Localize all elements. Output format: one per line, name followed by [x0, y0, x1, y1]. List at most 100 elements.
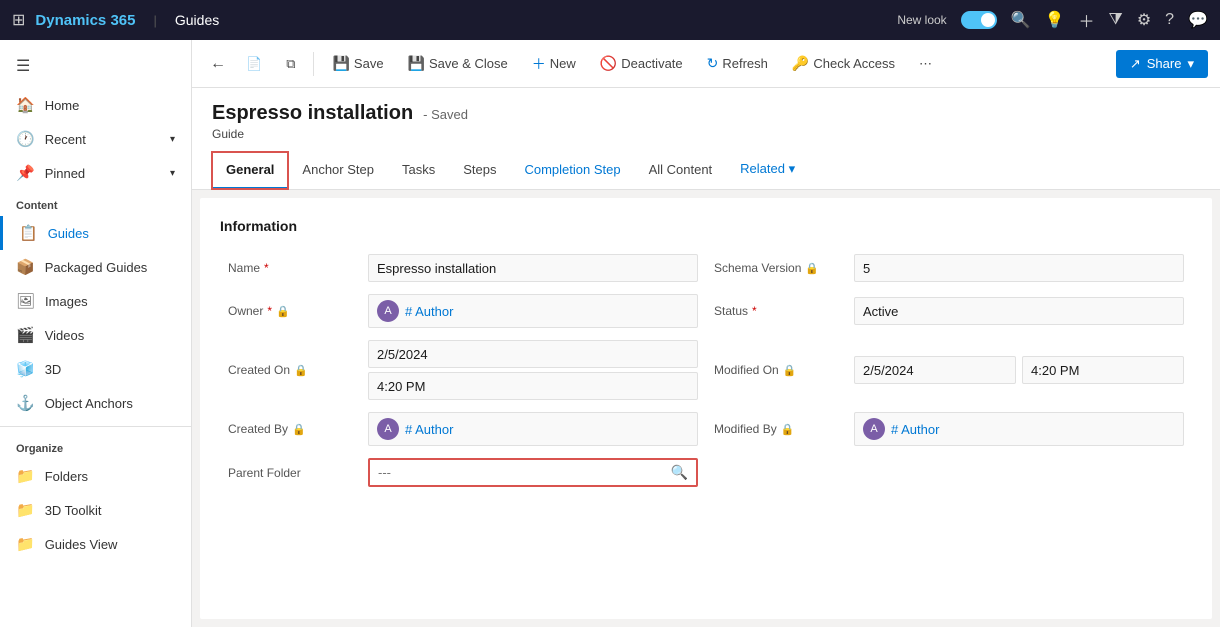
content-area: ← 📄 ⧉ 💾 Save 💾 Save & Close ＋ New	[192, 40, 1220, 627]
chat-icon[interactable]: 💬	[1188, 10, 1208, 30]
owner-link[interactable]: # Author	[405, 304, 453, 319]
sidebar-hamburger[interactable]: ☰	[0, 48, 191, 84]
tab-steps[interactable]: Steps	[449, 152, 510, 189]
lightbulb-icon[interactable]: 💡	[1045, 10, 1065, 30]
new-window-button[interactable]: ⧉	[276, 50, 305, 78]
guides-icon: 📋	[19, 224, 38, 242]
image-icon: 🖼	[16, 292, 35, 310]
sidebar-item-images[interactable]: 🖼 Images	[0, 284, 191, 318]
status-label: Status *	[714, 304, 854, 318]
check-access-icon: 🔑	[792, 55, 809, 72]
field-created-by-col: Created By 🔒 A # Author	[220, 406, 706, 452]
check-access-label: Check Access	[813, 56, 895, 71]
parent-folder-label: Parent Folder	[228, 466, 368, 480]
section-title-content: Content	[0, 190, 191, 216]
module-title: Guides	[175, 12, 219, 28]
owner-value[interactable]: A # Author	[368, 294, 698, 328]
clock-icon: 🕐	[16, 130, 35, 148]
new-look-toggle[interactable]	[961, 11, 997, 29]
check-access-button[interactable]: 🔑 Check Access	[782, 49, 905, 78]
save-close-label: Save & Close	[429, 56, 508, 71]
top-nav-right: New look 🔍 💡 ＋ ⧩ ⚙ ? 💬	[897, 8, 1208, 32]
tab-related[interactable]: Related ▾	[726, 151, 809, 189]
form-area: Information Name * Espresso installation…	[200, 198, 1212, 619]
share-button[interactable]: ↗ Share ▾	[1116, 50, 1208, 78]
modified-by-value[interactable]: A # Author	[854, 412, 1184, 446]
filter-icon[interactable]: ⧩	[1109, 11, 1123, 29]
modified-on-label: Modified On 🔒	[714, 363, 854, 377]
video-icon: 🎬	[16, 326, 35, 344]
owner-lock-icon: 🔒	[276, 305, 290, 318]
tab-all-content[interactable]: All Content	[635, 152, 727, 189]
save-close-button[interactable]: 💾 Save & Close	[398, 49, 518, 78]
refresh-button[interactable]: ↻ Refresh	[697, 49, 778, 78]
new-label: New	[550, 56, 576, 71]
nav-divider: |	[153, 13, 156, 28]
folder-icon: 📁	[16, 467, 35, 485]
parent-folder-input[interactable]	[378, 465, 667, 480]
more-options-icon: ⋯	[919, 56, 932, 72]
modified-by-link[interactable]: # Author	[891, 422, 939, 437]
sidebar-item-object-anchors[interactable]: ⚓ Object Anchors	[0, 386, 191, 420]
sidebar-label-recent: Recent	[45, 132, 86, 147]
grid-icon[interactable]: ⊞	[12, 10, 25, 30]
record-entity: Guide	[212, 127, 1200, 141]
parent-folder-search-icon[interactable]: 🔍	[671, 464, 688, 481]
created-on-date: 2/5/2024	[368, 340, 698, 368]
settings-icon[interactable]: ⚙	[1137, 10, 1151, 30]
refresh-label: Refresh	[722, 56, 768, 71]
name-label: Name *	[228, 261, 368, 275]
sidebar-label-home: Home	[45, 98, 80, 113]
parent-folder-input-wrapper[interactable]: 🔍	[368, 458, 698, 487]
created-on-values: 2/5/2024 4:20 PM	[368, 340, 698, 400]
tab-general[interactable]: General	[212, 152, 288, 189]
toolbar: ← 📄 ⧉ 💾 Save 💾 Save & Close ＋ New	[192, 40, 1220, 88]
save-label: Save	[354, 56, 384, 71]
cube-icon: 🧊	[16, 360, 35, 378]
deactivate-button[interactable]: 🚫 Deactivate	[590, 49, 693, 78]
name-value[interactable]: Espresso installation	[368, 254, 698, 282]
field-modified-by-col: Modified By 🔒 A # Author	[706, 406, 1192, 452]
search-icon[interactable]: 🔍	[1011, 10, 1031, 30]
plus-icon[interactable]: ＋	[1079, 8, 1095, 32]
save-view-button[interactable]: 📄	[236, 50, 272, 78]
sidebar-item-home[interactable]: 🏠 Home	[0, 88, 191, 122]
sidebar-item-3d[interactable]: 🧊 3D	[0, 352, 191, 386]
sidebar-label-folders: Folders	[45, 469, 88, 484]
sidebar-divider	[0, 426, 191, 427]
top-nav: ⊞ Dynamics 365 | Guides New look 🔍 💡 ＋ ⧩…	[0, 0, 1220, 40]
field-schema-version-col: Schema Version 🔒 5	[706, 248, 1192, 288]
sidebar-item-packaged-guides[interactable]: 📦 Packaged Guides	[0, 250, 191, 284]
deactivate-label: Deactivate	[621, 56, 682, 71]
created-by-link[interactable]: # Author	[405, 422, 453, 437]
sidebar-label-pinned: Pinned	[45, 166, 85, 181]
sidebar-item-videos[interactable]: 🎬 Videos	[0, 318, 191, 352]
save-view-icon: 📄	[246, 56, 262, 72]
new-window-icon: ⧉	[286, 56, 295, 72]
record-saved-label: - Saved	[423, 107, 468, 122]
sidebar-item-guides-view[interactable]: 📁 Guides View	[0, 527, 191, 561]
tab-tasks[interactable]: Tasks	[388, 152, 449, 189]
save-icon: 💾	[332, 55, 349, 72]
new-look-label: New look	[897, 13, 946, 27]
share-label: Share	[1147, 56, 1182, 71]
field-name-col: Name * Espresso installation	[220, 248, 706, 288]
new-button[interactable]: ＋ New	[522, 48, 586, 80]
sidebar-label-3d: 3D	[45, 362, 62, 377]
sidebar-item-guides[interactable]: 📋 Guides	[0, 216, 191, 250]
tab-anchor-step[interactable]: Anchor Step	[288, 152, 388, 189]
sidebar-item-pinned[interactable]: 📌 Pinned ▾	[0, 156, 191, 190]
created-by-value[interactable]: A # Author	[368, 412, 698, 446]
created-on-label: Created On 🔒	[228, 363, 368, 377]
sidebar-item-recent[interactable]: 🕐 Recent ▾	[0, 122, 191, 156]
modified-on-time: 4:20 PM	[1022, 356, 1184, 384]
toolkit-icon: 📁	[16, 501, 35, 519]
sidebar-item-3d-toolkit[interactable]: 📁 3D Toolkit	[0, 493, 191, 527]
more-options-button[interactable]: ⋯	[909, 50, 942, 78]
back-button[interactable]: ←	[204, 51, 232, 77]
save-button[interactable]: 💾 Save	[322, 49, 393, 78]
sidebar-item-folders[interactable]: 📁 Folders	[0, 459, 191, 493]
help-icon[interactable]: ?	[1165, 11, 1174, 29]
tab-completion-step[interactable]: Completion Step	[510, 152, 634, 189]
field-modified-on-col: Modified On 🔒 2/5/2024 4:20 PM	[706, 334, 1192, 406]
